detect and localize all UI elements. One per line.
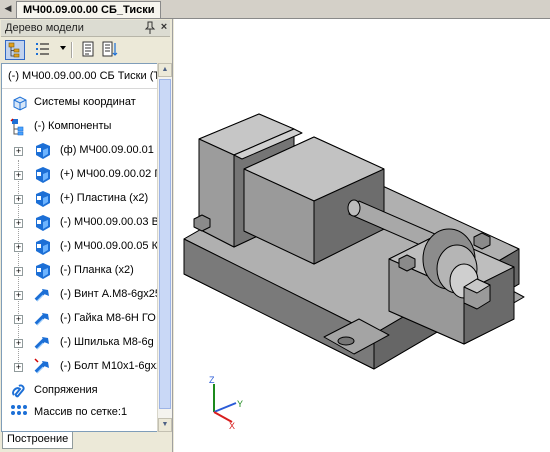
tree-item-component-7[interactable]: + (-) Винт А.М8-6gх25 [14, 286, 157, 304]
tree-item-component-8[interactable]: + (-) Гайка М8-6Н ГО [14, 310, 157, 328]
tree-item-label: Системы координат [34, 96, 136, 108]
part-icon [36, 263, 50, 279]
sort-button[interactable] [101, 40, 121, 60]
panel-header: Дерево модели × [1, 20, 170, 37]
tree-item-label: Сопряжения [34, 384, 98, 396]
model-tree: (-) МЧ00.09.00.00 СБ Тиски (Тел Системы … [1, 63, 158, 432]
3d-viewport[interactable]: Z Y X [174, 19, 550, 452]
components-icon [10, 118, 24, 136]
tree-item-label: (-) Винт А.М8-6gх25 [60, 288, 158, 300]
expand-icon[interactable]: + [14, 315, 23, 324]
expand-icon[interactable]: + [14, 363, 23, 372]
tree-item-label: (-) МЧ00.09.00.03 Ви [60, 216, 158, 228]
tree-item-component-1[interactable]: + (ф) МЧ00.09.00.01 К [14, 142, 157, 160]
vise-model: Z Y X [183, 113, 525, 431]
scrollbar-thumb[interactable] [159, 79, 171, 409]
toolbar-separator [71, 42, 73, 58]
part-icon [36, 191, 50, 207]
coordinate-system-icon [13, 96, 27, 111]
standard-part-icon [34, 358, 49, 374]
tree-filter-button[interactable] [34, 40, 54, 60]
tree-item-label: (ф) МЧ00.09.00.01 К [60, 144, 158, 156]
tree-item-component-6[interactable]: + (-) Планка (x2) [14, 262, 157, 280]
document-tab[interactable]: МЧ00.09.00.00 СБ_Тиски [16, 1, 162, 18]
part-icon [36, 215, 50, 231]
document-sort-icon [102, 41, 118, 57]
tree-item-label: (-) Болт М10х1-6gх2 [60, 360, 158, 372]
tree-item-component-4[interactable]: + (-) МЧ00.09.00.03 Ви [14, 214, 157, 232]
axis-y-label: Y [237, 399, 243, 409]
tree-root-label: (-) МЧ00.09.00.00 СБ Тиски (Тел [8, 70, 158, 82]
part-icon [36, 167, 50, 183]
axis-x-label: X [229, 421, 235, 431]
list-filter-icon [36, 43, 49, 55]
panel-title: Дерево модели [5, 22, 84, 34]
document-list-icon [82, 41, 94, 57]
tree-item-label: (+) МЧ00.09.00.02 Гу [60, 168, 158, 180]
document-tab-bar: ◀ МЧ00.09.00.00 СБ_Тиски [0, 0, 550, 19]
tree-item-components[interactable]: (-) Компоненты [10, 118, 157, 136]
tree-item-label: (+) Пластина (x2) [60, 192, 149, 204]
pin-icon[interactable] [144, 21, 156, 34]
expand-icon[interactable]: + [14, 267, 23, 276]
tree-vertical-scrollbar[interactable]: ▲ ▼ [157, 63, 172, 432]
axis-z-label: Z [209, 375, 215, 385]
part-icon [36, 239, 50, 255]
panel-toolbar [1, 37, 170, 63]
axis-triad-icon: Z Y X [209, 375, 243, 431]
properties-button[interactable] [79, 40, 99, 60]
expand-icon[interactable]: + [14, 219, 23, 228]
scroll-down-icon[interactable]: ▼ [158, 418, 172, 432]
expand-icon[interactable]: + [14, 339, 23, 348]
tree-item-component-3[interactable]: + (+) Пластина (x2) [14, 190, 157, 208]
mates-icon [12, 384, 25, 398]
tree-item-label: (-) Шпилька М8-6g [60, 336, 154, 348]
expand-icon[interactable]: + [14, 147, 23, 156]
standard-part-icon [34, 337, 49, 350]
tree-structure-button[interactable] [5, 40, 25, 60]
tree-item-component-10[interactable]: + (-) Болт М10х1-6gх2 [14, 358, 157, 376]
expand-icon[interactable]: + [14, 195, 23, 204]
scroll-up-icon[interactable]: ▲ [158, 63, 172, 77]
tree-structure-icon [8, 42, 20, 58]
close-icon[interactable]: × [158, 21, 170, 34]
tree-item-grid-pattern[interactable]: Массив по сетке:1 [10, 404, 157, 422]
tree-item-component-5[interactable]: + (-) МЧ00.09.00.05 Кр [14, 238, 157, 256]
expand-icon[interactable]: + [14, 243, 23, 252]
tab-scroll-left-icon[interactable]: ◀ [2, 2, 14, 15]
tree-item-label: (-) МЧ00.09.00.05 Кр [60, 240, 158, 252]
standard-part-icon [34, 313, 49, 326]
tree-item-component-9[interactable]: + (-) Шпилька М8-6g [14, 334, 157, 352]
model-tree-panel: Дерево модели × (-) МЧ00.09.00.00 СБ Тис… [0, 19, 173, 452]
expand-icon[interactable]: + [14, 171, 23, 180]
tree-item-mates[interactable]: Сопряжения [10, 382, 157, 400]
tree-item-label: (-) Компоненты [34, 120, 112, 132]
part-icon [36, 143, 50, 159]
expand-icon[interactable]: + [14, 291, 23, 300]
tab-construction-label: Построение [7, 433, 69, 445]
tree-item-label: Массив по сетке:1 [34, 406, 128, 418]
pattern-icon [11, 405, 27, 415]
chevron-down-icon[interactable] [60, 46, 66, 50]
tree-item-component-2[interactable]: + (+) МЧ00.09.00.02 Гу [14, 166, 157, 184]
tab-construction[interactable]: Построение [2, 432, 74, 449]
tree-root-item[interactable]: (-) МЧ00.09.00.00 СБ Тиски (Тел [2, 64, 157, 89]
document-tab-title: МЧ00.09.00.00 СБ_Тиски [23, 4, 155, 16]
tree-item-label: (-) Гайка М8-6Н ГО [60, 312, 156, 324]
tree-item-label: (-) Планка (x2) [60, 264, 134, 276]
standard-part-icon [34, 289, 49, 302]
tree-item-coordinate-systems[interactable]: Системы координат [10, 94, 157, 112]
